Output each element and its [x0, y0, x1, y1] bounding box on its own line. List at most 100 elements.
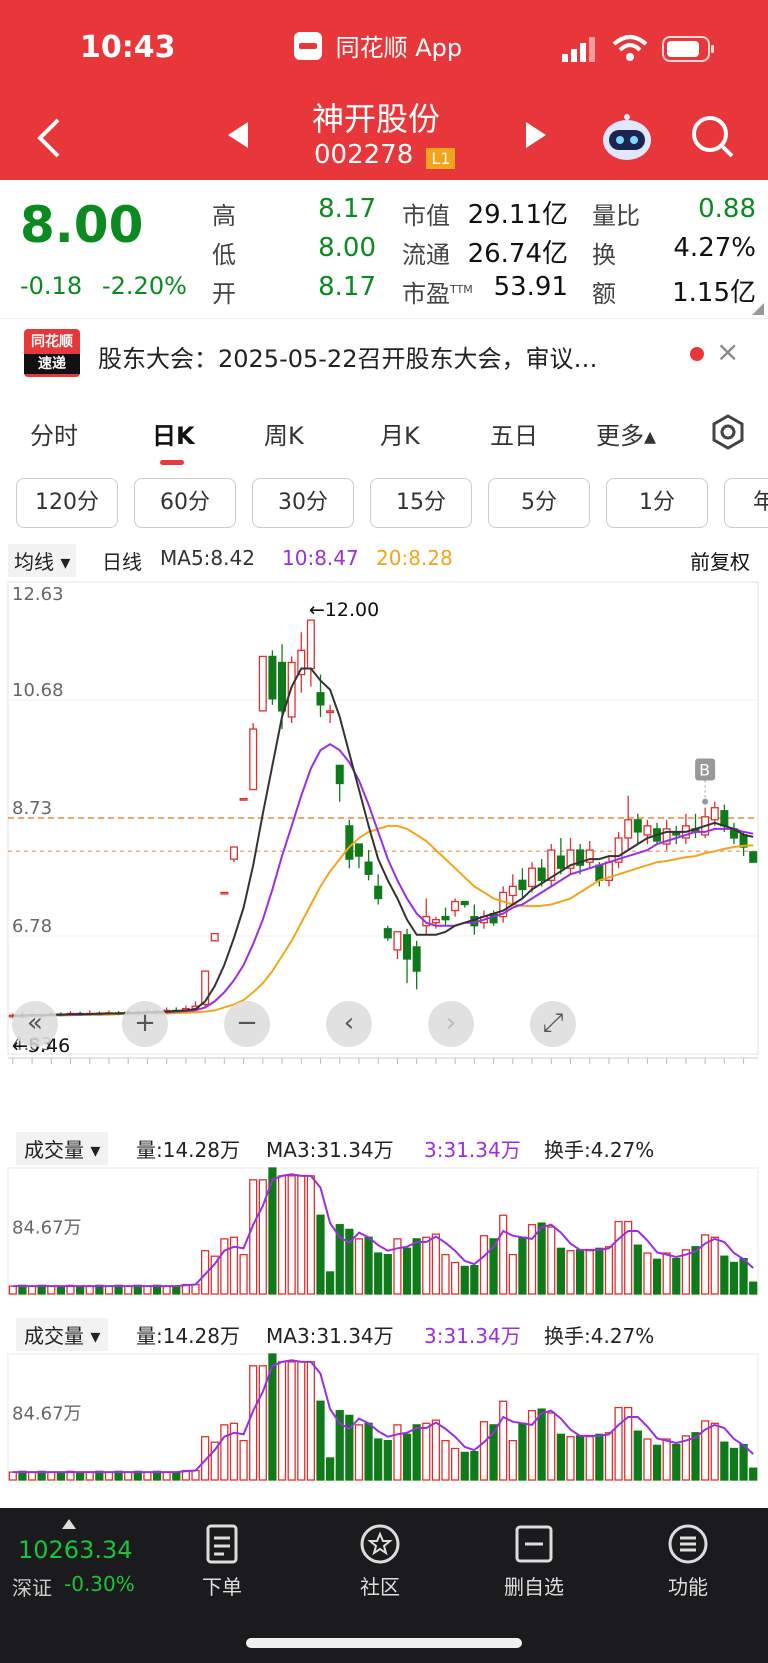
prev-candle-button[interactable]: ‹ [326, 1001, 372, 1047]
open-label: 开 [212, 280, 236, 308]
tab-weekly-k[interactable]: 周K [264, 416, 304, 451]
period-15m[interactable]: 15分 [370, 478, 472, 528]
community-icon [360, 1524, 400, 1564]
volume-chart-1[interactable]: 84.67万 [0, 1164, 768, 1298]
volume-ma3-value-2: 3:31.34万 [424, 1324, 521, 1348]
candle-body [210, 932, 219, 942]
news-logo-top: 同花顺 [31, 334, 73, 350]
volume-bar [441, 1253, 450, 1295]
back-button[interactable] [30, 112, 70, 162]
volume-bar [691, 1432, 700, 1481]
robot-assistant-icon[interactable] [600, 112, 654, 162]
stock-code-row: 002278 L1 [314, 140, 456, 170]
app-logo-icon [294, 31, 322, 60]
volume-bar [585, 1250, 594, 1295]
expand-corner-icon[interactable] [752, 300, 764, 315]
news-unread-dot [690, 347, 704, 361]
candle-body [229, 846, 238, 860]
candle-body [441, 915, 450, 921]
volume-bar [643, 1252, 652, 1295]
tab-more[interactable]: 更多▴ [596, 416, 656, 451]
volume-bar [8, 1285, 17, 1295]
volume-indicator-selector[interactable]: 成交量 ▾ [16, 1132, 109, 1165]
volume-bar [383, 1253, 392, 1295]
volume-bar [652, 1444, 662, 1481]
nav-functions[interactable]: 功能 [638, 1508, 738, 1600]
volume-bar [104, 1471, 114, 1481]
volume-bar [326, 1271, 335, 1295]
volume-bar [720, 1255, 729, 1295]
candle-body [412, 946, 421, 972]
y-tick-label: 12.63 [12, 584, 64, 605]
volume-turnover-2: 换手:4.27% [544, 1324, 655, 1348]
volume-bar [662, 1438, 671, 1481]
volume-label-2: 量:14.28万 [136, 1324, 240, 1348]
search-icon[interactable] [690, 112, 736, 162]
turnover-label: 换 [592, 241, 616, 269]
period-5m[interactable]: 5分 [488, 478, 590, 528]
zoom-out-button[interactable]: − [224, 1001, 270, 1047]
nav-functions-label: 功能 [668, 1575, 708, 1599]
news-close-button[interactable]: × [716, 335, 739, 368]
volume-bar [508, 1439, 517, 1481]
volume-bar [537, 1408, 546, 1481]
pe-label-text: 市盈 [402, 280, 450, 308]
stock-code: 002278 [314, 140, 414, 170]
volume-bar [633, 1430, 642, 1481]
period-120m[interactable]: 120分 [16, 478, 118, 528]
scroll-left-button[interactable]: « [12, 1001, 58, 1047]
volume-turnover: 换手:4.27% [544, 1138, 655, 1162]
volume-bar [191, 1283, 200, 1295]
candle-body [460, 900, 469, 906]
next-stock-button[interactable] [522, 120, 550, 150]
volume-bar [297, 1361, 306, 1481]
volume-bar [499, 1400, 508, 1481]
chart-settings-icon[interactable] [710, 414, 746, 450]
tab-daily-k[interactable]: 日K [152, 416, 195, 451]
tab-monthly-k[interactable]: 月K [380, 416, 420, 451]
volume-bar [739, 1443, 748, 1481]
pe-label: 市盈TTM [402, 274, 473, 309]
candle-body [383, 928, 392, 939]
candle-body [249, 728, 258, 791]
high-label: 高 [212, 202, 236, 230]
candle-body [403, 934, 412, 960]
volume-label: 量:14.28万 [136, 1138, 240, 1162]
nav-order-label: 下单 [202, 1575, 242, 1599]
news-text[interactable]: 股东大会：2025-05-22召开股东大会，审议… [98, 339, 678, 374]
volume-bar [451, 1261, 460, 1295]
volume-bar [710, 1422, 719, 1481]
period-1m[interactable]: 1分 [606, 478, 708, 528]
index-value[interactable]: 10263.34 [18, 1536, 133, 1564]
tab-five-day[interactable]: 五日 [490, 416, 538, 451]
volume-bar [8, 1471, 17, 1481]
ma5-line [12, 667, 754, 1017]
next-candle-button[interactable]: › [428, 1001, 474, 1047]
remove-watchlist-icon [515, 1525, 553, 1563]
tab-intraday[interactable]: 分时 [30, 416, 78, 451]
kline-chart[interactable]: 12.6310.688.736.784.83←12.00←5.46B2025-0… [0, 574, 768, 1064]
prev-stock-button[interactable] [224, 120, 252, 150]
news-ticker[interactable]: 同花顺 速递 股东大会：2025-05-22召开股东大会，审议… × [0, 318, 768, 388]
volume-indicator-selector-2[interactable]: 成交量 ▾ [16, 1318, 109, 1351]
volume-chart-2[interactable]: 84.67万 [0, 1350, 768, 1484]
quote-panel: 8.00 -0.18 -2.20% 高 8.17 低 8.00 开 8.17 市… [0, 180, 768, 316]
zoom-in-button[interactable]: + [122, 1001, 168, 1047]
volume-bar [277, 1361, 287, 1481]
period-30m[interactable]: 30分 [252, 478, 354, 528]
volume-bar [431, 1233, 440, 1295]
adjust-mode[interactable]: 前复权 [690, 546, 750, 575]
volume-bar [749, 1281, 758, 1295]
indicator-selector[interactable]: 均线 ▾ [8, 544, 77, 577]
index-name: 深证 [12, 1576, 52, 1600]
nav-order[interactable]: 下单 [172, 1508, 272, 1600]
volume-bar [306, 1175, 315, 1295]
volume-bar [585, 1436, 594, 1481]
nav-remove-watchlist[interactable]: 删自选 [484, 1508, 584, 1600]
period-year[interactable]: 年 [724, 478, 768, 528]
volume-bar [412, 1238, 421, 1295]
low-label: 低 [212, 241, 236, 269]
fullscreen-button[interactable]: ⤢ [530, 1001, 576, 1047]
nav-community[interactable]: 社区 [330, 1508, 430, 1600]
period-60m[interactable]: 60分 [134, 478, 236, 528]
